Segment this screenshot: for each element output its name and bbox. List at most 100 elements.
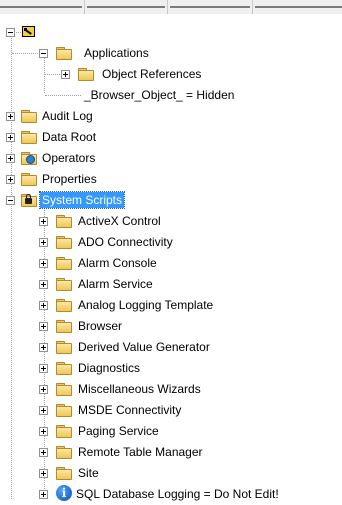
tree-node-label: Applications	[84, 46, 149, 60]
folder-icon	[56, 299, 72, 312]
expand-toggle[interactable]	[39, 427, 48, 436]
tree-node-derived-value-generator[interactable]: Derived Value Generator	[0, 337, 342, 358]
folder-icon	[56, 467, 72, 480]
tree-node-properties[interactable]: Properties	[0, 169, 342, 190]
expand-toggle[interactable]	[39, 280, 48, 289]
folder-open-icon	[56, 47, 72, 60]
folder-icon	[56, 278, 72, 291]
tree-node-label: SQL Database Logging = Do Not Edit!	[76, 487, 279, 501]
folder-icon	[56, 257, 72, 270]
collapse-toggle[interactable]	[39, 49, 48, 58]
tree-node-ado-connectivity[interactable]: ADO Connectivity	[0, 232, 342, 253]
tree-node-paging-service[interactable]: Paging Service	[0, 421, 342, 442]
header-divider[interactable]	[167, 0, 168, 14]
tree-node-label: Diagnostics	[78, 361, 141, 375]
tree-node-miscellaneous-wizards[interactable]: Miscellaneous Wizards	[0, 379, 342, 400]
tree-node-label: Object References	[102, 67, 202, 81]
tree-node-remote-table-manager[interactable]: Remote Table Manager	[0, 442, 342, 463]
tree-node-label: Browser	[78, 319, 123, 333]
tree-node-operators[interactable]: Operators	[0, 148, 342, 169]
folder-icon	[56, 446, 72, 459]
expand-toggle[interactable]	[39, 469, 48, 478]
expand-toggle[interactable]	[39, 217, 48, 226]
expand-toggle[interactable]	[6, 112, 15, 121]
folder-icon	[56, 320, 72, 333]
tree-node-label: _Browser_Object_ = Hidden	[84, 88, 235, 102]
expand-toggle[interactable]	[39, 406, 48, 415]
expand-toggle[interactable]	[6, 133, 15, 142]
tree-node-msde-connectivity[interactable]: MSDE Connectivity	[0, 400, 342, 421]
tree-node-label: ADO Connectivity	[78, 235, 173, 249]
tree-node-label: Analog Logging Template	[78, 298, 214, 312]
tree-node-applications[interactable]: Applications	[0, 43, 342, 64]
root-pen-icon	[22, 26, 35, 37]
tree-node-activex-control[interactable]: ActiveX Control	[0, 211, 342, 232]
tree-node-label: Paging Service	[78, 424, 159, 438]
expand-toggle[interactable]	[39, 259, 48, 268]
header-divider[interactable]	[252, 0, 253, 14]
folder-icon	[56, 425, 72, 438]
tree-node-label: Properties	[42, 172, 97, 186]
header-divider[interactable]	[84, 0, 85, 14]
tree-node-label: Derived Value Generator	[78, 340, 210, 354]
tree-node-browser[interactable]: Browser	[0, 316, 342, 337]
tree-node-label: Miscellaneous Wizards	[78, 382, 201, 396]
folder-icon	[78, 68, 94, 81]
tree-connector	[12, 53, 38, 54]
tree-node-label: Operators	[42, 151, 96, 165]
tree-node-system-scripts[interactable]: System Scripts	[0, 190, 342, 211]
expand-toggle[interactable]	[6, 175, 15, 184]
tree-node-alarm-console[interactable]: Alarm Console	[0, 253, 342, 274]
tree-node-label-selected: System Scripts	[38, 191, 126, 209]
folder-icon	[56, 383, 72, 396]
folder-icon	[56, 215, 72, 228]
folder-icon	[21, 173, 37, 186]
tree-node-diagnostics[interactable]: Diagnostics	[0, 358, 342, 379]
folder-icon	[56, 362, 72, 375]
tree-node-analog-logging-template[interactable]: Analog Logging Template	[0, 295, 342, 316]
tree-node-label: MSDE Connectivity	[78, 403, 182, 417]
expand-toggle[interactable]	[39, 322, 48, 331]
header-column-1[interactable]	[0, 6, 82, 8]
folder-icon	[56, 236, 72, 249]
folder-icon	[56, 341, 72, 354]
object-tree[interactable]: Applications Object References _Browser_…	[0, 22, 342, 501]
tree-node-label: Alarm Console	[78, 256, 157, 270]
tree-node-label: Remote Table Manager	[78, 445, 203, 459]
expand-toggle[interactable]	[39, 448, 48, 457]
expand-toggle[interactable]	[6, 154, 15, 163]
tree-root-node[interactable]	[0, 22, 342, 43]
tree-node-label: Audit Log	[42, 109, 93, 123]
folder-icon	[21, 131, 37, 144]
expand-toggle[interactable]	[39, 364, 48, 373]
locked-folder-icon	[21, 194, 37, 207]
tree-node-audit-log[interactable]: Audit Log	[0, 106, 342, 127]
expand-toggle[interactable]	[61, 70, 70, 79]
expand-toggle[interactable]	[39, 490, 48, 499]
tree-node-label: Site	[78, 466, 99, 480]
expand-toggle[interactable]	[39, 385, 48, 394]
tree-node-object-references[interactable]: Object References	[0, 64, 342, 85]
expand-toggle[interactable]	[39, 238, 48, 247]
tree-connector	[45, 74, 60, 75]
header-column-2[interactable]	[87, 6, 165, 8]
tree-node-label: ActiveX Control	[78, 214, 161, 228]
tree-node-label: Data Root	[42, 130, 97, 144]
tree-node-alarm-service[interactable]: Alarm Service	[0, 274, 342, 295]
expand-toggle[interactable]	[39, 301, 48, 310]
tree-node-sql-database-logging[interactable]: i SQL Database Logging = Do Not Edit!	[0, 484, 342, 505]
collapse-toggle[interactable]	[6, 196, 15, 205]
tree-node-label: Alarm Service	[78, 277, 153, 291]
folder-icon	[56, 404, 72, 417]
header-column-4[interactable]	[255, 6, 342, 8]
folder-icon	[21, 110, 37, 123]
header-column-3[interactable]	[170, 6, 250, 8]
operators-folder-icon	[21, 152, 37, 165]
column-header-bar	[0, 0, 342, 14]
tree-node-data-root[interactable]: Data Root	[0, 127, 342, 148]
tree-connector	[45, 95, 81, 96]
tree-node-browser-object[interactable]: _Browser_Object_ = Hidden	[0, 85, 342, 106]
tree-connector	[14, 32, 21, 33]
tree-node-site[interactable]: Site	[0, 463, 342, 484]
expand-toggle[interactable]	[39, 343, 48, 352]
